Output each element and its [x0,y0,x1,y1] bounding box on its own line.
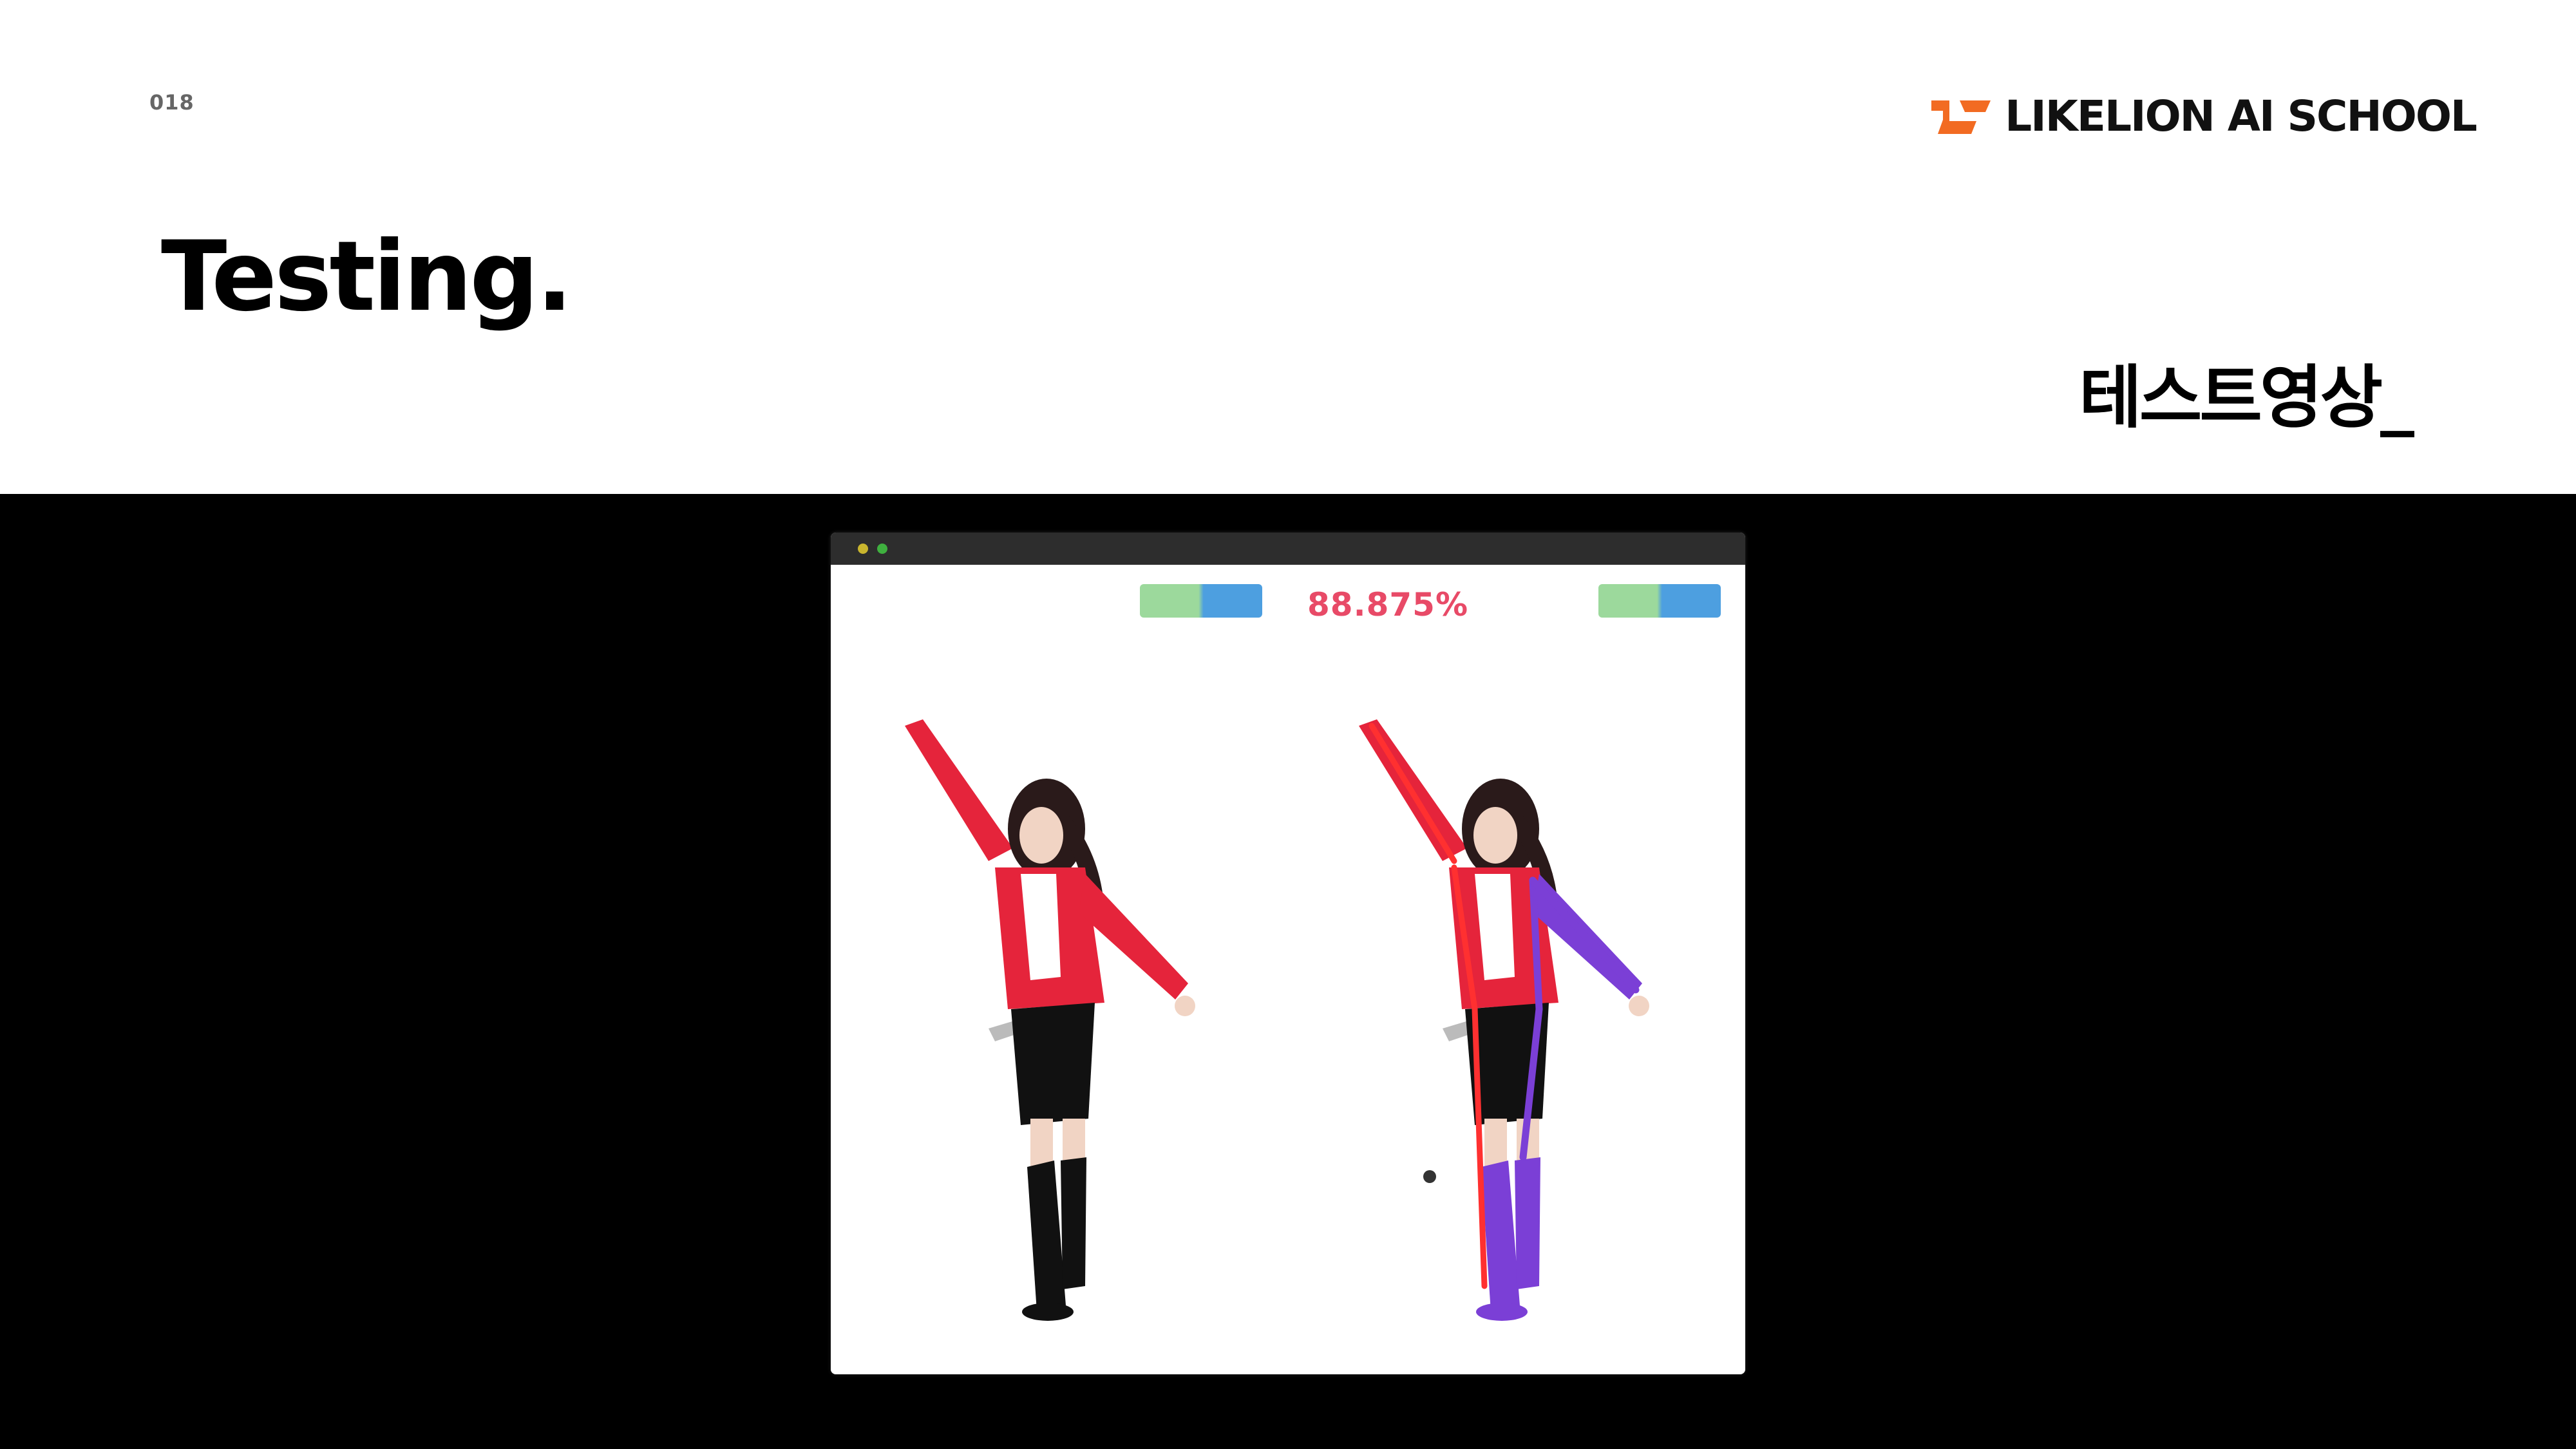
page-subtitle: 테스트영상_ [2079,358,2414,437]
left-label-tag [1140,584,1262,618]
similarity-score: 88.875% [1307,586,1469,623]
window-title [831,533,1745,565]
page-title: Testing. [161,221,573,333]
window-titlebar[interactable] [831,533,1745,565]
likelion-logo-icon [1931,97,1991,135]
right-label-tag [1598,584,1721,618]
reference-dancer [892,706,1227,1350]
video-stage[interactable]: 88.875% [0,494,2576,1449]
page-number: 018 [149,90,194,115]
user-dancer-with-skeleton [1346,706,1681,1350]
brand: LIKELION AI SCHOOL [1931,90,2477,142]
brand-name: LIKELION AI SCHOOL [2005,91,2477,141]
video-frame: 88.875% [831,565,1745,1374]
app-window[interactable]: 88.875% [831,533,1745,1374]
